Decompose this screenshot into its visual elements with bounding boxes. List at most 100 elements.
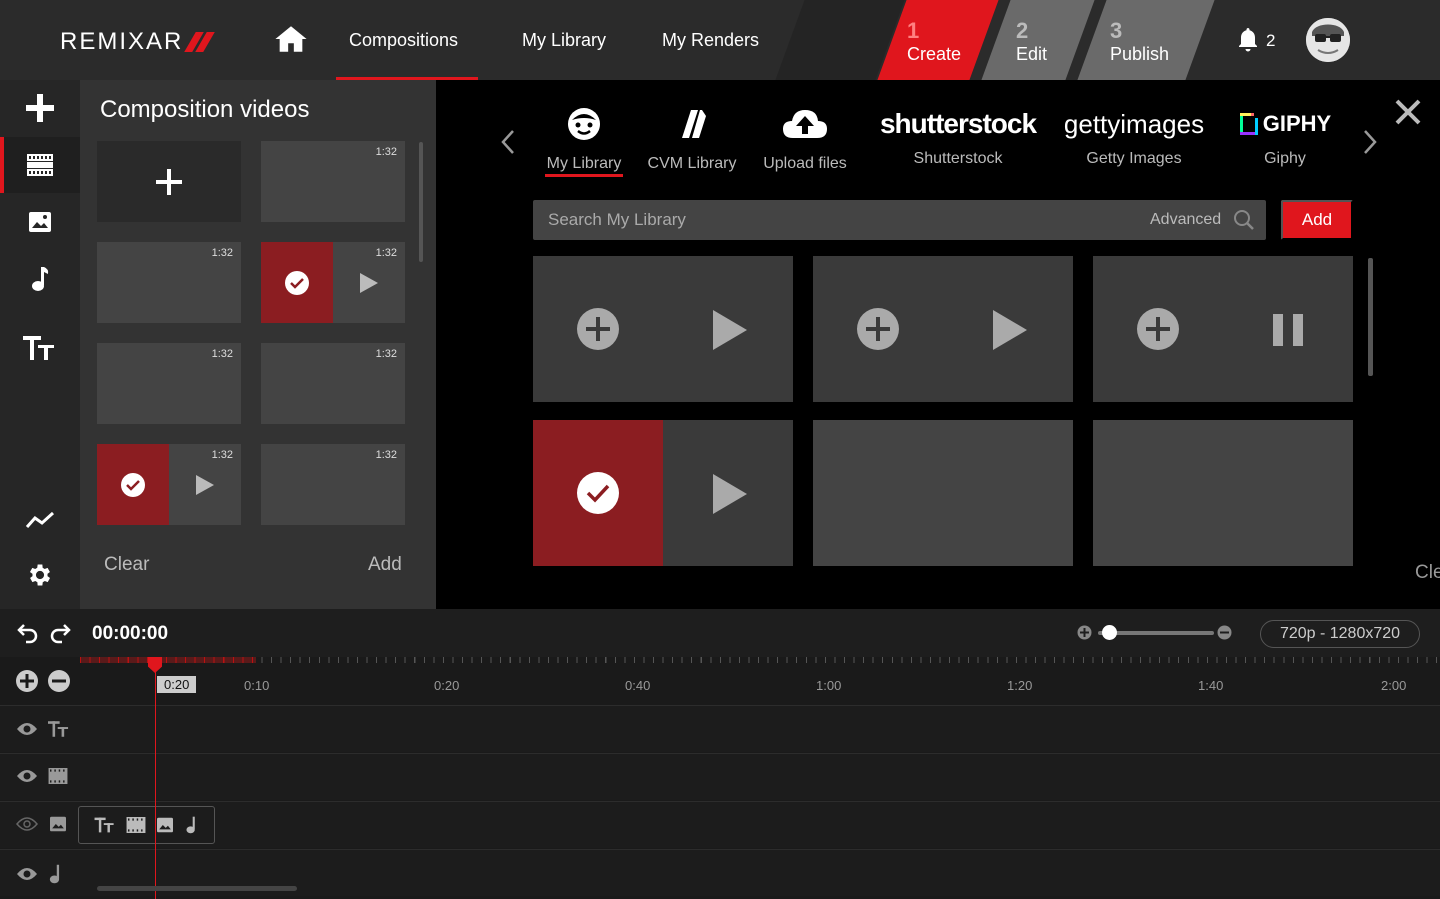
remixar-logo[interactable]: REMIXAR [60,28,216,56]
play-icon[interactable] [359,272,379,294]
nav-my-library[interactable]: My Library [522,30,606,51]
zoom-in-icon[interactable] [1077,625,1092,640]
video-track[interactable] [0,753,1440,800]
eye-icon[interactable] [16,866,38,882]
remove-track-icon[interactable] [47,669,71,693]
step-edit[interactable]: 2 Edit [981,0,1095,80]
composition-thumb-selected[interactable]: 1:32 [97,444,241,525]
composition-thumb[interactable]: 1:32 [97,242,241,323]
source-tab-my-library[interactable]: My Library [544,106,624,173]
plus-icon [26,94,54,122]
rail-video-button[interactable] [0,137,80,193]
chevron-right-icon[interactable] [1362,128,1378,156]
home-icon[interactable] [274,22,308,56]
top-bar: REMIXAR Compositions My Library My Rende… [0,0,1440,80]
selected-overlay [261,242,333,323]
media-card-playing[interactable] [1093,256,1353,402]
advanced-search-link[interactable]: Advanced [1150,211,1221,229]
selected-overlay [533,420,663,566]
source-tab-getty-images[interactable]: gettyimages Getty Images [1060,106,1208,168]
offscreen-clear-label[interactable]: Cle [1415,562,1440,584]
eye-icon[interactable] [16,721,38,737]
eye-icon[interactable] [16,768,38,784]
media-card[interactable] [813,256,1073,402]
source-tab-label: Upload files [763,155,847,172]
close-icon[interactable] [1394,98,1422,126]
play-icon[interactable] [195,474,215,496]
film-icon[interactable] [126,817,146,833]
step-publish-number: 3 [1110,18,1123,43]
redo-icon[interactable] [48,621,72,645]
rail-music-button[interactable] [0,251,80,307]
rail-analytics-button[interactable] [0,492,80,548]
play-icon[interactable] [711,308,749,352]
resolution-selector[interactable]: 720p - 1280x720 [1260,620,1420,648]
timecode: 00:00:00 [92,623,169,644]
timeline-header: 00:00:00 720p - 1280x720 [0,609,1440,657]
search-icon[interactable] [1233,209,1255,231]
add-circle-icon[interactable] [1136,307,1180,351]
step-publish[interactable]: 3 Publish [1077,0,1215,80]
media-card[interactable] [813,420,1073,566]
thumb-duration: 1:32 [211,348,233,360]
timeline-horizontal-scrollbar[interactable] [97,886,297,891]
rail-image-button[interactable] [0,194,80,250]
image-track[interactable] [0,801,1440,848]
add-media-button[interactable]: Add [1281,200,1353,240]
source-tab-upload-files[interactable]: Upload files [758,106,852,173]
timeline-ruler[interactable]: 0:20 0:10 0:20 0:40 1:00 1:20 1:40 2:00 [0,657,1440,705]
composition-scrollbar[interactable] [419,142,423,262]
thumb-duration: 1:32 [375,146,397,158]
zoom-slider-handle[interactable] [1102,625,1117,640]
zoom-out-icon[interactable] [1217,625,1232,640]
undo-icon[interactable] [16,621,40,645]
tick-label: 0:40 [625,678,651,693]
rail-text-button[interactable] [0,320,80,376]
pause-icon[interactable] [1271,313,1305,347]
search-bar[interactable]: Search My Library Advanced [533,200,1266,240]
composition-thumb-selected[interactable]: 1:32 [261,242,405,323]
track-type-popover [78,806,215,844]
gettyimages-logo: gettyimages [1063,109,1205,139]
source-tab-label: Shutterstock [913,150,1003,167]
bell-icon[interactable] [1236,26,1260,54]
logo-slashes [184,32,216,52]
add-composition-button[interactable]: Add [368,554,402,576]
source-tab-cvm-library[interactable]: CVM Library [642,106,742,173]
ruler-progress [80,657,256,663]
text-icon[interactable] [94,817,116,833]
eye-outline-icon[interactable] [16,816,38,832]
step-create[interactable]: 1 Create [877,0,999,80]
composition-thumb[interactable]: 1:32 [261,444,405,525]
play-icon[interactable] [711,472,749,516]
composition-thumb[interactable]: 1:32 [97,343,241,424]
composition-thumb[interactable]: 1:32 [261,141,405,222]
source-tab-active-indicator [545,174,623,177]
nav-my-renders[interactable]: My Renders [662,30,759,51]
cvm-slash-icon [682,110,706,138]
giphy-logo-icon [1239,113,1258,135]
avatar[interactable] [1306,18,1350,62]
media-card[interactable] [1093,420,1353,566]
media-scrollbar[interactable] [1368,258,1373,376]
chevron-left-icon[interactable] [500,128,516,156]
music-note-icon[interactable] [185,816,199,834]
search-input[interactable]: Search My Library [548,210,686,230]
source-tab-shutterstock[interactable]: shutterstock Shutterstock [874,106,1042,168]
media-card[interactable] [533,256,793,402]
image-icon[interactable] [155,817,175,833]
composition-thumb[interactable]: 1:32 [261,343,405,424]
thumb-duration: 1:32 [211,247,233,259]
rail-settings-button[interactable] [0,547,80,603]
source-tab-giphy[interactable]: GIPHY Giphy [1232,106,1338,168]
add-circle-icon[interactable] [576,307,620,351]
media-card-selected[interactable] [533,420,793,566]
clear-button[interactable]: Clear [104,554,149,576]
play-icon[interactable] [991,308,1029,352]
add-circle-icon[interactable] [856,307,900,351]
add-composition-video[interactable] [97,141,241,222]
add-track-icon[interactable] [15,669,39,693]
text-track[interactable] [0,705,1440,752]
nav-compositions[interactable]: Compositions [349,30,458,51]
rail-add-button[interactable] [0,80,80,136]
